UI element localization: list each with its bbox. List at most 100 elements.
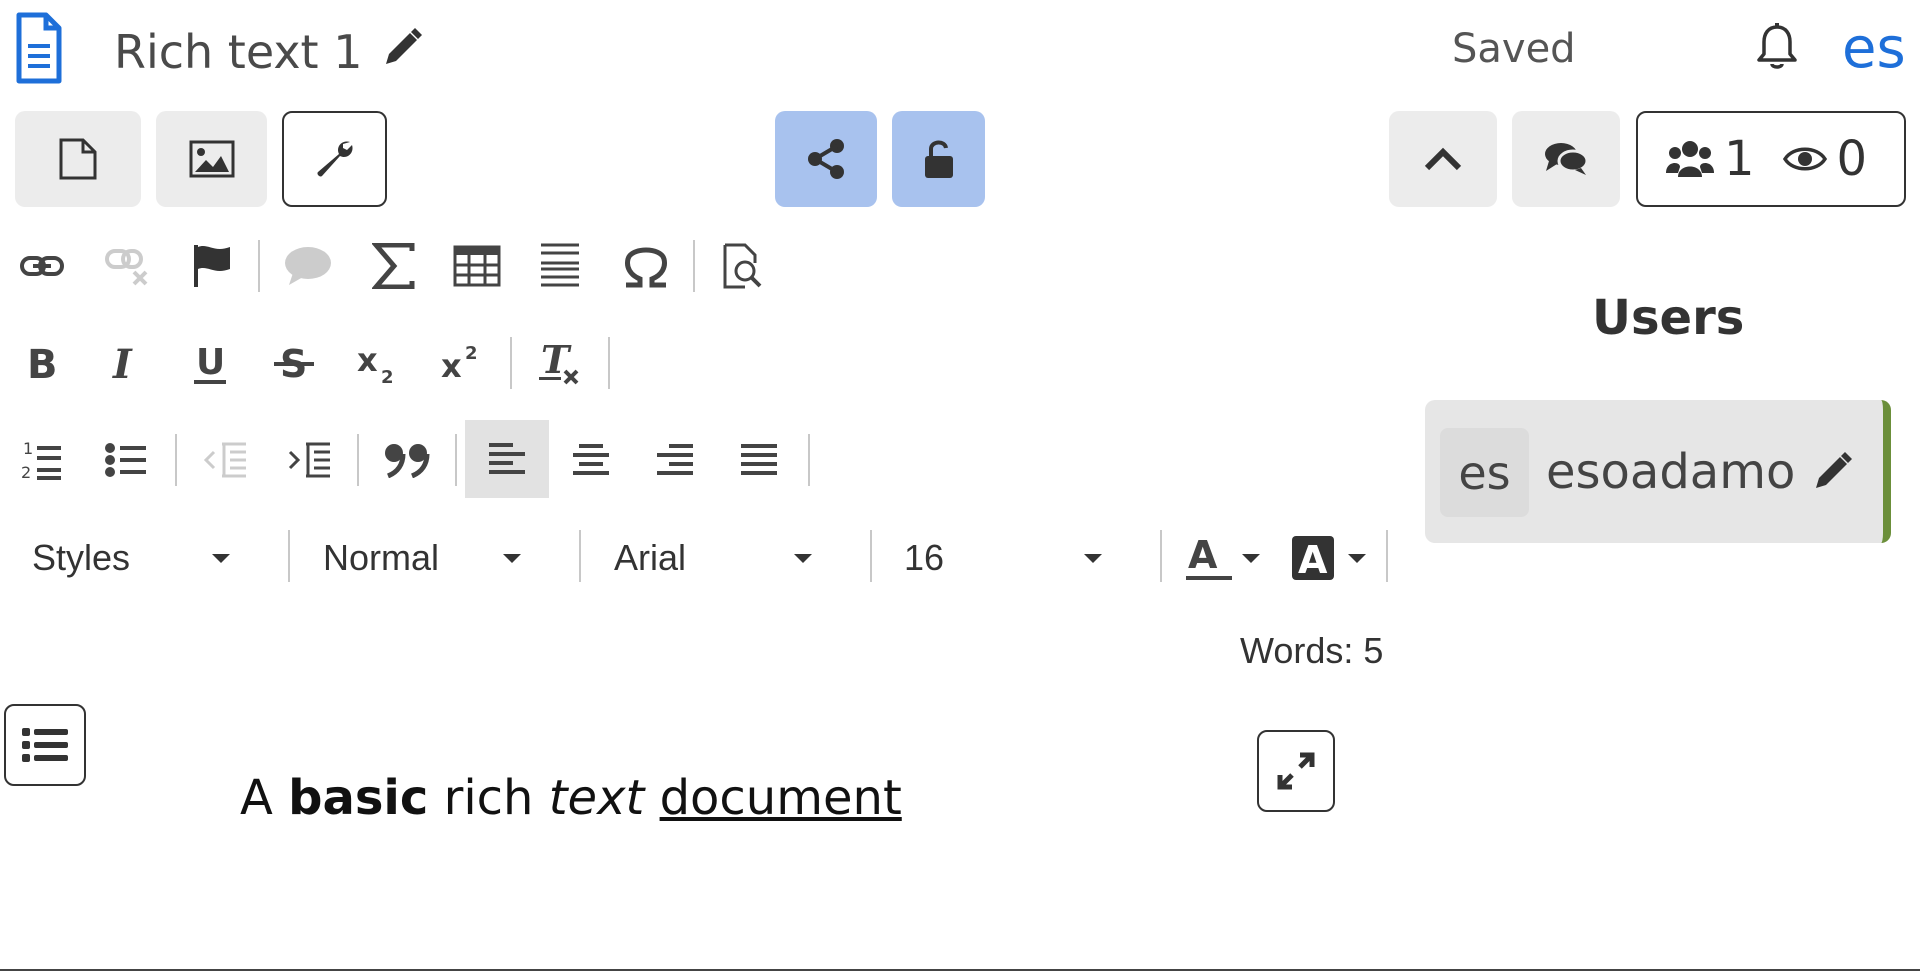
background-color-icon: A: [1292, 536, 1334, 580]
toolbar-separator: [808, 434, 810, 486]
styles-dropdown[interactable]: Styles: [32, 530, 232, 586]
svg-text:A: A: [1188, 534, 1218, 577]
italic-icon[interactable]: I: [96, 333, 156, 393]
outdent-icon: [195, 430, 255, 490]
doc-text-2: rich: [428, 770, 549, 826]
strikethrough-icon[interactable]: S: [264, 333, 324, 393]
indent-icon[interactable]: [279, 430, 339, 490]
superscript-icon[interactable]: x2: [432, 333, 492, 393]
svg-text:2: 2: [381, 367, 394, 385]
expand-icon: [1277, 752, 1315, 790]
edit-title-icon[interactable]: [380, 26, 424, 70]
toolbar-separator: [870, 530, 872, 582]
align-right-icon[interactable]: [645, 430, 705, 490]
table-of-contents-button[interactable]: [4, 704, 86, 786]
bullet-list-icon[interactable]: [96, 430, 156, 490]
format-dropdown[interactable]: Normal: [323, 530, 533, 586]
omega-icon[interactable]: [616, 236, 676, 296]
anchor-flag-icon[interactable]: [182, 236, 242, 296]
doc-text-italic: text: [548, 770, 645, 826]
toolbar-separator: [288, 530, 290, 582]
align-center-icon[interactable]: [561, 430, 621, 490]
chevron-down-icon: [212, 554, 230, 563]
preview-icon[interactable]: [713, 236, 773, 296]
svg-text:x: x: [357, 341, 378, 379]
link-icon[interactable]: [12, 236, 72, 296]
svg-text:1: 1: [23, 439, 33, 458]
divider: [0, 969, 1920, 971]
styles-dropdown-label: Styles: [32, 537, 131, 578]
unlock-icon: [924, 140, 953, 178]
text-color-button[interactable]: A: [1186, 530, 1264, 586]
align-left-icon[interactable]: [465, 420, 549, 498]
toolbar-separator: [693, 240, 695, 292]
toolbar-separator: [608, 337, 610, 389]
edit-user-icon[interactable]: [1810, 450, 1854, 494]
bell-icon[interactable]: [1755, 22, 1799, 72]
sigma-icon[interactable]: [364, 236, 424, 296]
expand-button[interactable]: [1257, 730, 1335, 812]
toolbar-separator: [455, 434, 457, 486]
settings-button[interactable]: [282, 111, 387, 207]
font-dropdown-label: Arial: [614, 537, 687, 578]
users-icon: [1666, 141, 1714, 177]
chevron-up-icon: [1424, 147, 1462, 171]
background-color-button[interactable]: A: [1292, 530, 1368, 586]
toolbar-separator: [258, 240, 260, 292]
text-color-icon: A: [1186, 534, 1232, 580]
doc-text-3: [644, 770, 659, 826]
document-title[interactable]: Rich text 1: [114, 22, 363, 82]
doc-text-bold: basic: [288, 770, 429, 826]
share-icon: [808, 139, 844, 179]
svg-text:2: 2: [465, 343, 478, 364]
chevron-down-icon: [1348, 554, 1366, 563]
svg-text:U: U: [196, 342, 225, 383]
toolbar-separator: [579, 530, 581, 582]
lock-button[interactable]: [892, 111, 985, 207]
toolbar-separator: [1160, 530, 1162, 582]
svg-text:B: B: [27, 342, 58, 384]
font-size-dropdown-label: 16: [904, 537, 945, 578]
bold-icon[interactable]: B: [12, 333, 72, 393]
blockquote-icon[interactable]: [377, 430, 437, 490]
users-heading: Users: [1592, 290, 1745, 346]
save-status: Saved: [1452, 26, 1576, 72]
doc-text-1: A: [240, 770, 289, 826]
underline-icon[interactable]: U: [180, 333, 240, 393]
font-size-dropdown[interactable]: 16: [904, 530, 1114, 586]
new-document-icon: [59, 138, 97, 180]
toolbar-separator: [510, 337, 512, 389]
font-dropdown[interactable]: Arial: [614, 530, 824, 586]
collapse-toolbar-button[interactable]: [1389, 111, 1497, 207]
format-dropdown-label: Normal: [323, 537, 440, 578]
word-count: Words: 5: [1240, 630, 1384, 671]
user-language-code[interactable]: es: [1842, 18, 1906, 80]
comments-button[interactable]: [1512, 111, 1620, 207]
viewers-count: 0: [1836, 131, 1868, 187]
user-name: esoadamo: [1546, 444, 1796, 500]
numbered-list-icon[interactable]: 12: [12, 430, 72, 490]
document-body[interactable]: A basic rich text document: [240, 768, 902, 828]
insert-image-button[interactable]: [156, 111, 267, 207]
remove-format-icon[interactable]: T: [530, 333, 590, 393]
chevron-down-icon: [503, 554, 521, 563]
subscript-icon[interactable]: x2: [348, 333, 408, 393]
avatar: es: [1440, 428, 1529, 517]
horizontal-lines-icon[interactable]: [530, 236, 590, 296]
justify-icon[interactable]: [729, 430, 789, 490]
chevron-down-icon: [794, 554, 812, 563]
svg-text:x: x: [441, 347, 462, 385]
comment-icon: [278, 236, 338, 296]
table-icon[interactable]: [447, 236, 507, 296]
toolbar-separator: [175, 434, 177, 486]
svg-text:2: 2: [21, 463, 31, 482]
list-icon: [22, 728, 68, 762]
document-icon: [16, 12, 62, 84]
share-button[interactable]: [775, 111, 877, 207]
new-document-button[interactable]: [15, 111, 141, 207]
eye-icon: [1782, 147, 1827, 171]
chevron-down-icon: [1084, 554, 1102, 563]
image-icon: [189, 140, 234, 178]
online-users-count: 1: [1724, 131, 1755, 187]
online-users-button[interactable]: 1 0: [1636, 111, 1906, 207]
